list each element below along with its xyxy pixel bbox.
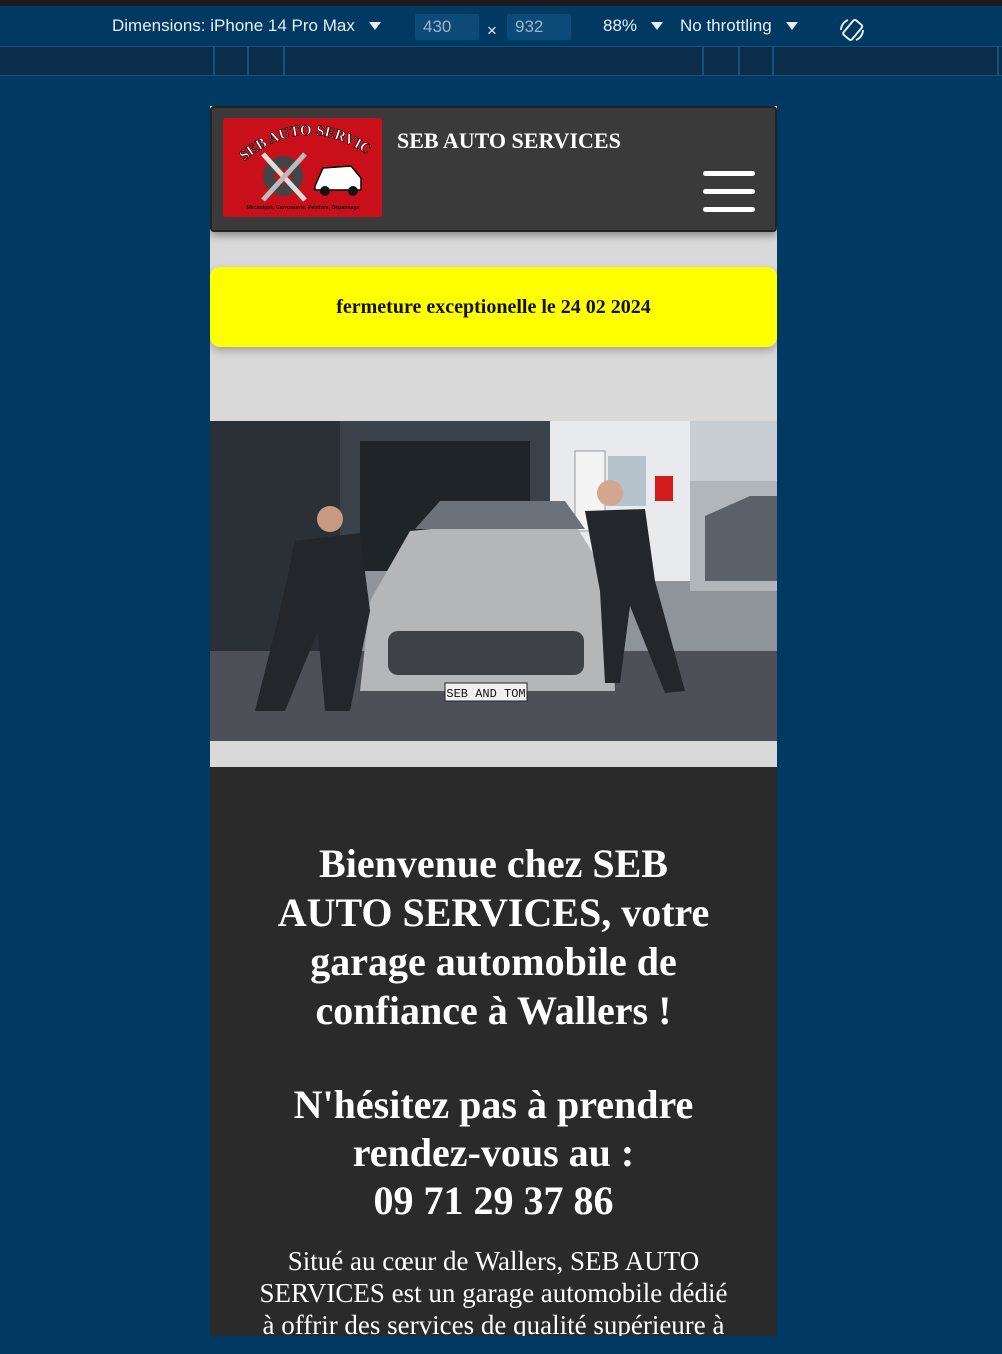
intro-line: à offrir des services de qualité supérie… [262,1310,725,1336]
intro-line: Situé au cœur de Wallers, SEB AUTO [287,1246,700,1276]
logo-tagline: Mécanique, Carrosserie, Peinture, Dépann… [246,205,359,211]
zoom-dropdown[interactable]: 88% [603,16,664,36]
logo-arc-text: SEB AUTO SERVICES [223,118,374,165]
phone-number[interactable]: 09 71 29 37 86 [374,1178,614,1223]
rotate-device-icon[interactable] [838,16,866,44]
zoom-label: 88% [603,16,638,35]
welcome-heading: Bienvenue chez SEB AUTO SERVICES, votre … [240,839,747,1035]
ruler-segment[interactable] [997,47,999,75]
intro-line: SERVICES est un garage automobile dédié [259,1278,728,1308]
ruler-segment[interactable] [283,47,285,75]
intro-paragraph: Situé au cœur de Wallers, SEB AUTO SERVI… [240,1245,747,1336]
welcome-line: Bienvenue chez SEB [319,841,668,886]
license-plate-text: SEB AND TOM [446,687,525,701]
ruler-segment[interactable] [738,47,740,75]
hamburger-menu-icon[interactable] [701,169,757,215]
cta-line: N'hésitez pas à prendre [293,1082,694,1127]
times-sign: × [487,21,497,40]
throttling-dropdown[interactable]: No throttling [680,16,798,36]
device-toolbar: Dimensions: iPhone 14 Pro Max 430 × 932 … [0,0,1002,46]
throttling-label: No throttling [680,16,772,35]
svg-text:SEB AUTO SERVICES: SEB AUTO SERVICES [223,118,374,164]
hero-photo: SEB AND TOM [210,421,777,741]
garage-photo-illustration: SEB AND TOM [210,421,777,741]
ruler-segment[interactable] [772,47,774,75]
site-title[interactable]: SEB AUTO SERVICES [397,128,621,154]
cta-line: rendez-vous au : [352,1130,635,1175]
device-viewport: SEB AUTO SERVICES Mécanique, Carrosserie… [210,106,777,1336]
width-input[interactable]: 430 [415,14,479,40]
media-query-ruler[interactable] [0,46,1002,76]
device-dimensions-dropdown[interactable]: Dimensions: iPhone 14 Pro Max [112,16,381,36]
chevron-down-icon [651,22,664,30]
ruler-segment[interactable] [213,47,215,75]
welcome-section: Bienvenue chez SEB AUTO SERVICES, votre … [210,767,777,1336]
welcome-line: garage automobile de [310,939,677,984]
ruler-segment[interactable] [702,47,704,75]
height-input[interactable]: 932 [507,14,571,40]
logo-graphic: SEB AUTO SERVICES Mécanique, Carrosserie… [223,118,374,211]
appointment-heading: N'hésitez pas à prendre rendez-vous au :… [240,1081,747,1225]
device-dimensions-label: Dimensions: iPhone 14 Pro Max [112,16,355,35]
company-logo[interactable]: SEB AUTO SERVICES Mécanique, Carrosserie… [223,118,382,217]
welcome-line: confiance à Wallers ! [315,988,672,1033]
closure-notice-banner: fermeture exceptionelle le 24 02 2024 [210,267,777,347]
chevron-down-icon [368,22,381,30]
site-header: SEB AUTO SERVICES Mécanique, Carrosserie… [210,106,777,232]
ruler-segment[interactable] [247,47,249,75]
welcome-line: AUTO SERVICES, votre [277,890,710,935]
closure-notice-text: fermeture exceptionelle le 24 02 2024 [336,295,651,318]
chevron-down-icon [785,22,798,30]
